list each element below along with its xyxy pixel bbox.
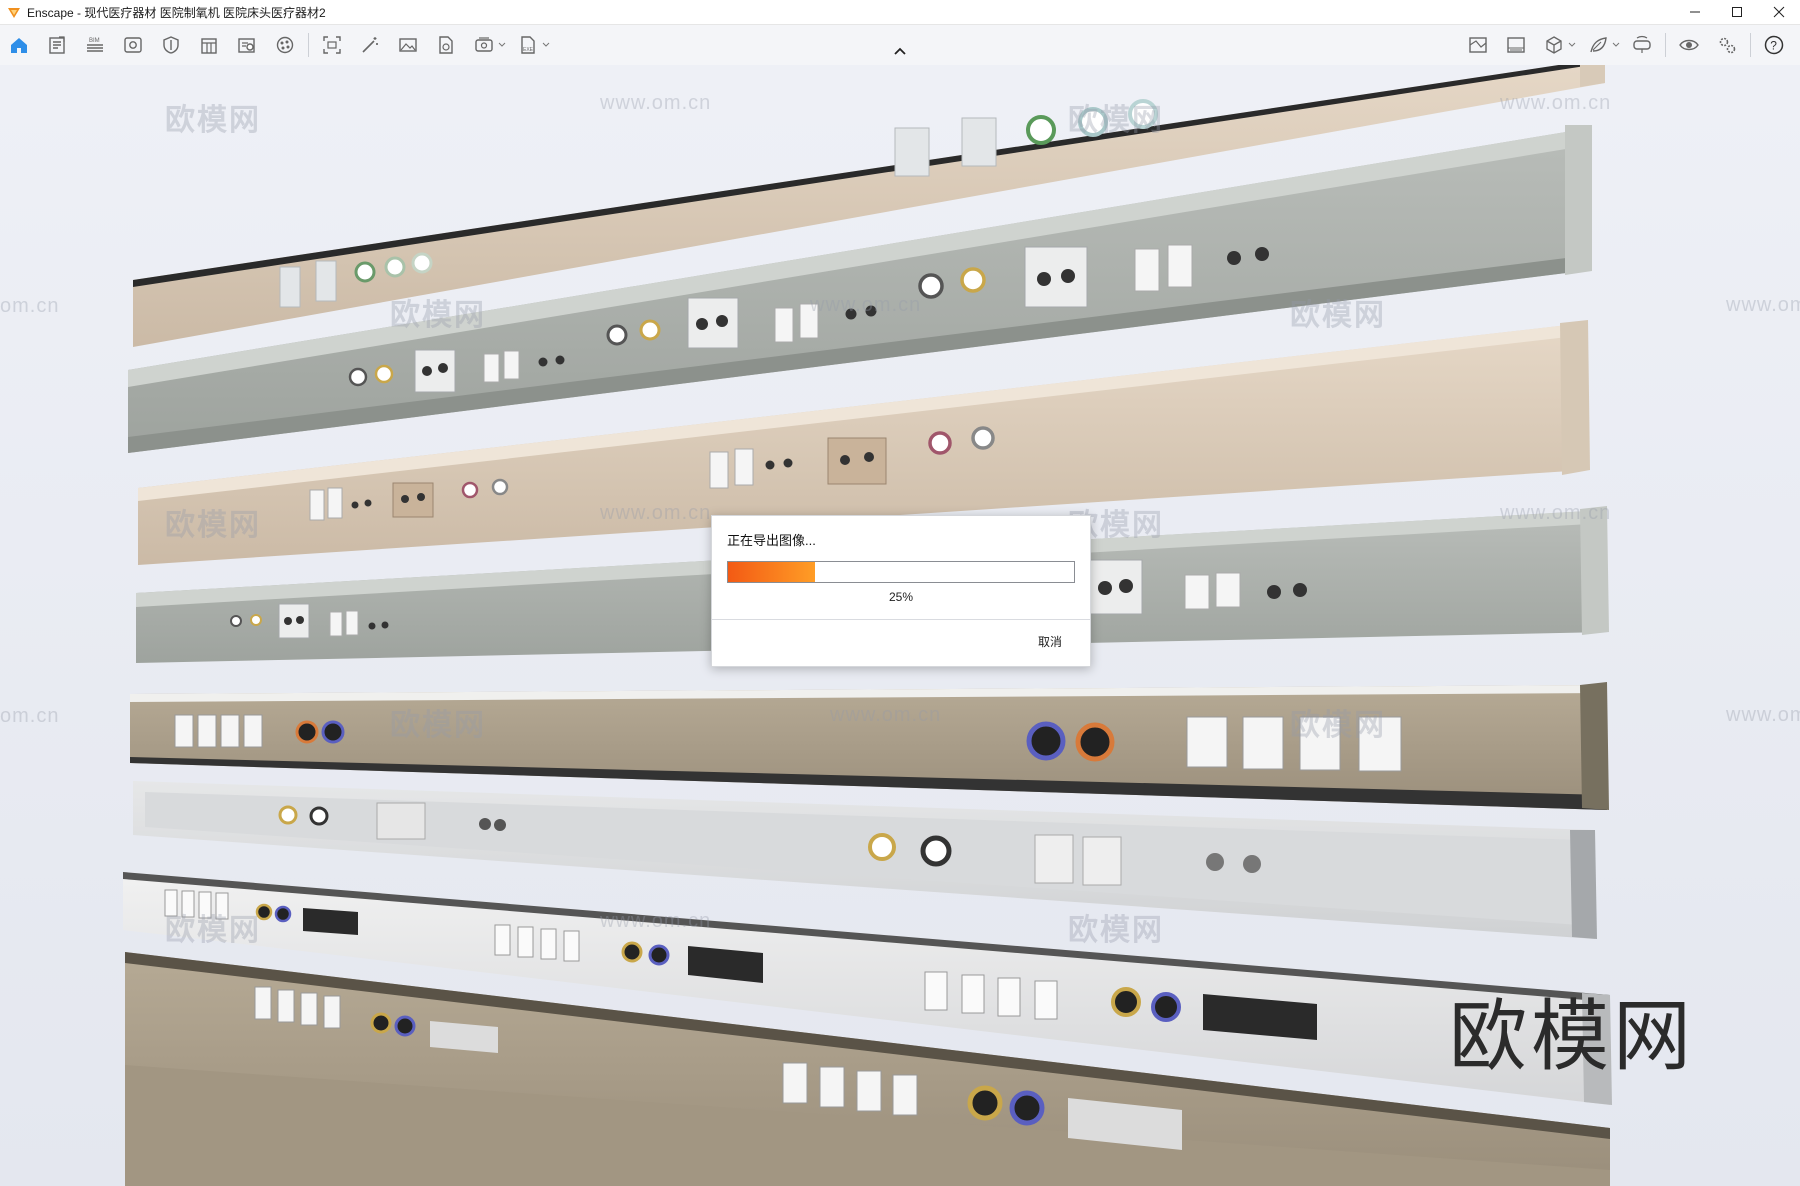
exe-export-dropdown[interactable]: [541, 25, 551, 65]
render-image-icon: [399, 38, 417, 52]
magic-wand-icon: [362, 37, 378, 53]
shield-button[interactable]: [152, 25, 190, 65]
dialog-title: 正在导出图像...: [727, 533, 816, 548]
progress-percent-label: 25%: [888, 590, 914, 604]
visibility-button[interactable]: [1670, 25, 1708, 65]
magic-wand-button[interactable]: [351, 25, 389, 65]
settings-button[interactable]: [1708, 25, 1746, 65]
exe-label: EXE: [523, 47, 534, 53]
eye-icon: [1679, 39, 1699, 51]
batch-render-icon: [475, 37, 493, 52]
map-button[interactable]: [1459, 25, 1497, 65]
help-button[interactable]: ?: [1755, 25, 1793, 65]
view-icon: [124, 37, 142, 53]
map-icon: [1469, 37, 1487, 53]
bim-icon: BIM: [87, 38, 103, 52]
chevron-down-icon: [542, 42, 550, 47]
image-icon: [1507, 37, 1525, 53]
watermark-brand: 欧模网: [165, 509, 261, 542]
window-controls: [1674, 0, 1800, 24]
shield-icon: [163, 36, 179, 54]
cube-icon: [1546, 36, 1562, 54]
chevron-down-icon: [1612, 42, 1620, 47]
watermark-site: www.om.cn: [600, 502, 712, 524]
material-button[interactable]: [266, 25, 304, 65]
cube-dropdown[interactable]: [1567, 25, 1577, 65]
export-file-button[interactable]: [427, 25, 465, 65]
bim-button[interactable]: BIM: [76, 25, 114, 65]
brand-logo-watermark: 欧模网: [1448, 992, 1695, 1082]
watermark-site: www.om.cn: [600, 92, 712, 114]
progress-bar: [727, 561, 1075, 583]
toolbar-separator: [1750, 33, 1751, 57]
watermark-site: om.cn: [0, 295, 60, 317]
watermark-brand: 欧模网: [165, 104, 261, 137]
watermark-site: om.cn: [0, 705, 60, 727]
watermark-site: www.om.cn: [1726, 294, 1800, 316]
batch-render-dropdown[interactable]: [497, 25, 507, 65]
home-icon: [11, 38, 27, 53]
properties-icon: [49, 36, 65, 54]
watermark-site: www.om.cn: [1500, 92, 1612, 114]
building-icon: [201, 38, 217, 54]
vr-headset-button[interactable]: [1623, 25, 1661, 65]
cancel-button[interactable]: 取消: [1038, 633, 1062, 650]
watermark-site: www.om.cn: [1726, 704, 1800, 726]
watermark-site: www.om.cn: [1500, 502, 1612, 524]
watermark-brand: 欧模网: [390, 299, 486, 332]
material-icon: [276, 36, 294, 54]
render-image-button[interactable]: [389, 25, 427, 65]
close-icon: [1773, 6, 1785, 18]
asset-library-icon: [238, 38, 255, 53]
home-button[interactable]: [0, 25, 38, 65]
toolbar-separator: [1665, 33, 1666, 57]
watermark-site: www.om.cn: [810, 294, 922, 316]
watermark-brand: 欧模网: [390, 709, 486, 742]
vr-headset-icon: [1633, 35, 1651, 53]
watermark-brand: 欧模网: [1290, 299, 1386, 332]
asset-library-button[interactable]: [228, 25, 266, 65]
progress-bar-fill: [728, 562, 815, 582]
exe-export-icon: EXE: [521, 36, 535, 54]
chevron-down-icon: [498, 42, 506, 47]
maximize-icon: [1732, 7, 1742, 17]
watermark-brand: 欧模网: [1068, 104, 1164, 137]
properties-button[interactable]: [38, 25, 76, 65]
image-button[interactable]: [1497, 25, 1535, 65]
watermark-brand: 欧模网: [165, 914, 261, 947]
svg-text:?: ?: [1770, 39, 1777, 53]
watermark-site: www.om.cn: [600, 910, 712, 932]
building-button[interactable]: [190, 25, 228, 65]
screenshot-button[interactable]: [313, 25, 351, 65]
toolbar-right-group: ?: [1459, 25, 1793, 65]
enscape-logo-icon: [8, 8, 20, 18]
help-icon: ?: [1764, 35, 1784, 55]
toolbar-separator: [308, 33, 309, 57]
watermark-brand: 欧模网: [1068, 914, 1164, 947]
title-bar: Enscape - 现代医疗器材 医院制氧机 医院床头医疗器材2: [0, 0, 1800, 25]
minimize-button[interactable]: [1674, 0, 1716, 24]
maximize-button[interactable]: [1716, 0, 1758, 24]
leaf-icon: [1590, 37, 1607, 53]
export-progress-dialog: 正在导出图像... 25% 取消: [711, 515, 1091, 667]
screenshot-icon: [323, 36, 341, 54]
view-button[interactable]: [114, 25, 152, 65]
watermark-brand: 欧模网: [1290, 709, 1386, 742]
settings-icon: [1719, 37, 1736, 54]
close-button[interactable]: [1758, 0, 1800, 24]
leaf-dropdown[interactable]: [1611, 25, 1621, 65]
chevron-down-icon: [1568, 42, 1576, 47]
export-file-icon: [439, 36, 453, 54]
window-title: Enscape - 现代医疗器材 医院制氧机 医院床头医疗器材2: [27, 5, 326, 20]
watermark-site: www.om.cn: [830, 704, 942, 726]
minimize-icon: [1690, 11, 1700, 13]
toolbar-left-group: BIM EXE: [0, 25, 553, 65]
dialog-divider: [712, 619, 1090, 620]
bim-label: BIM: [89, 38, 100, 44]
collapse-toolbar-chevron-icon[interactable]: [892, 44, 908, 58]
